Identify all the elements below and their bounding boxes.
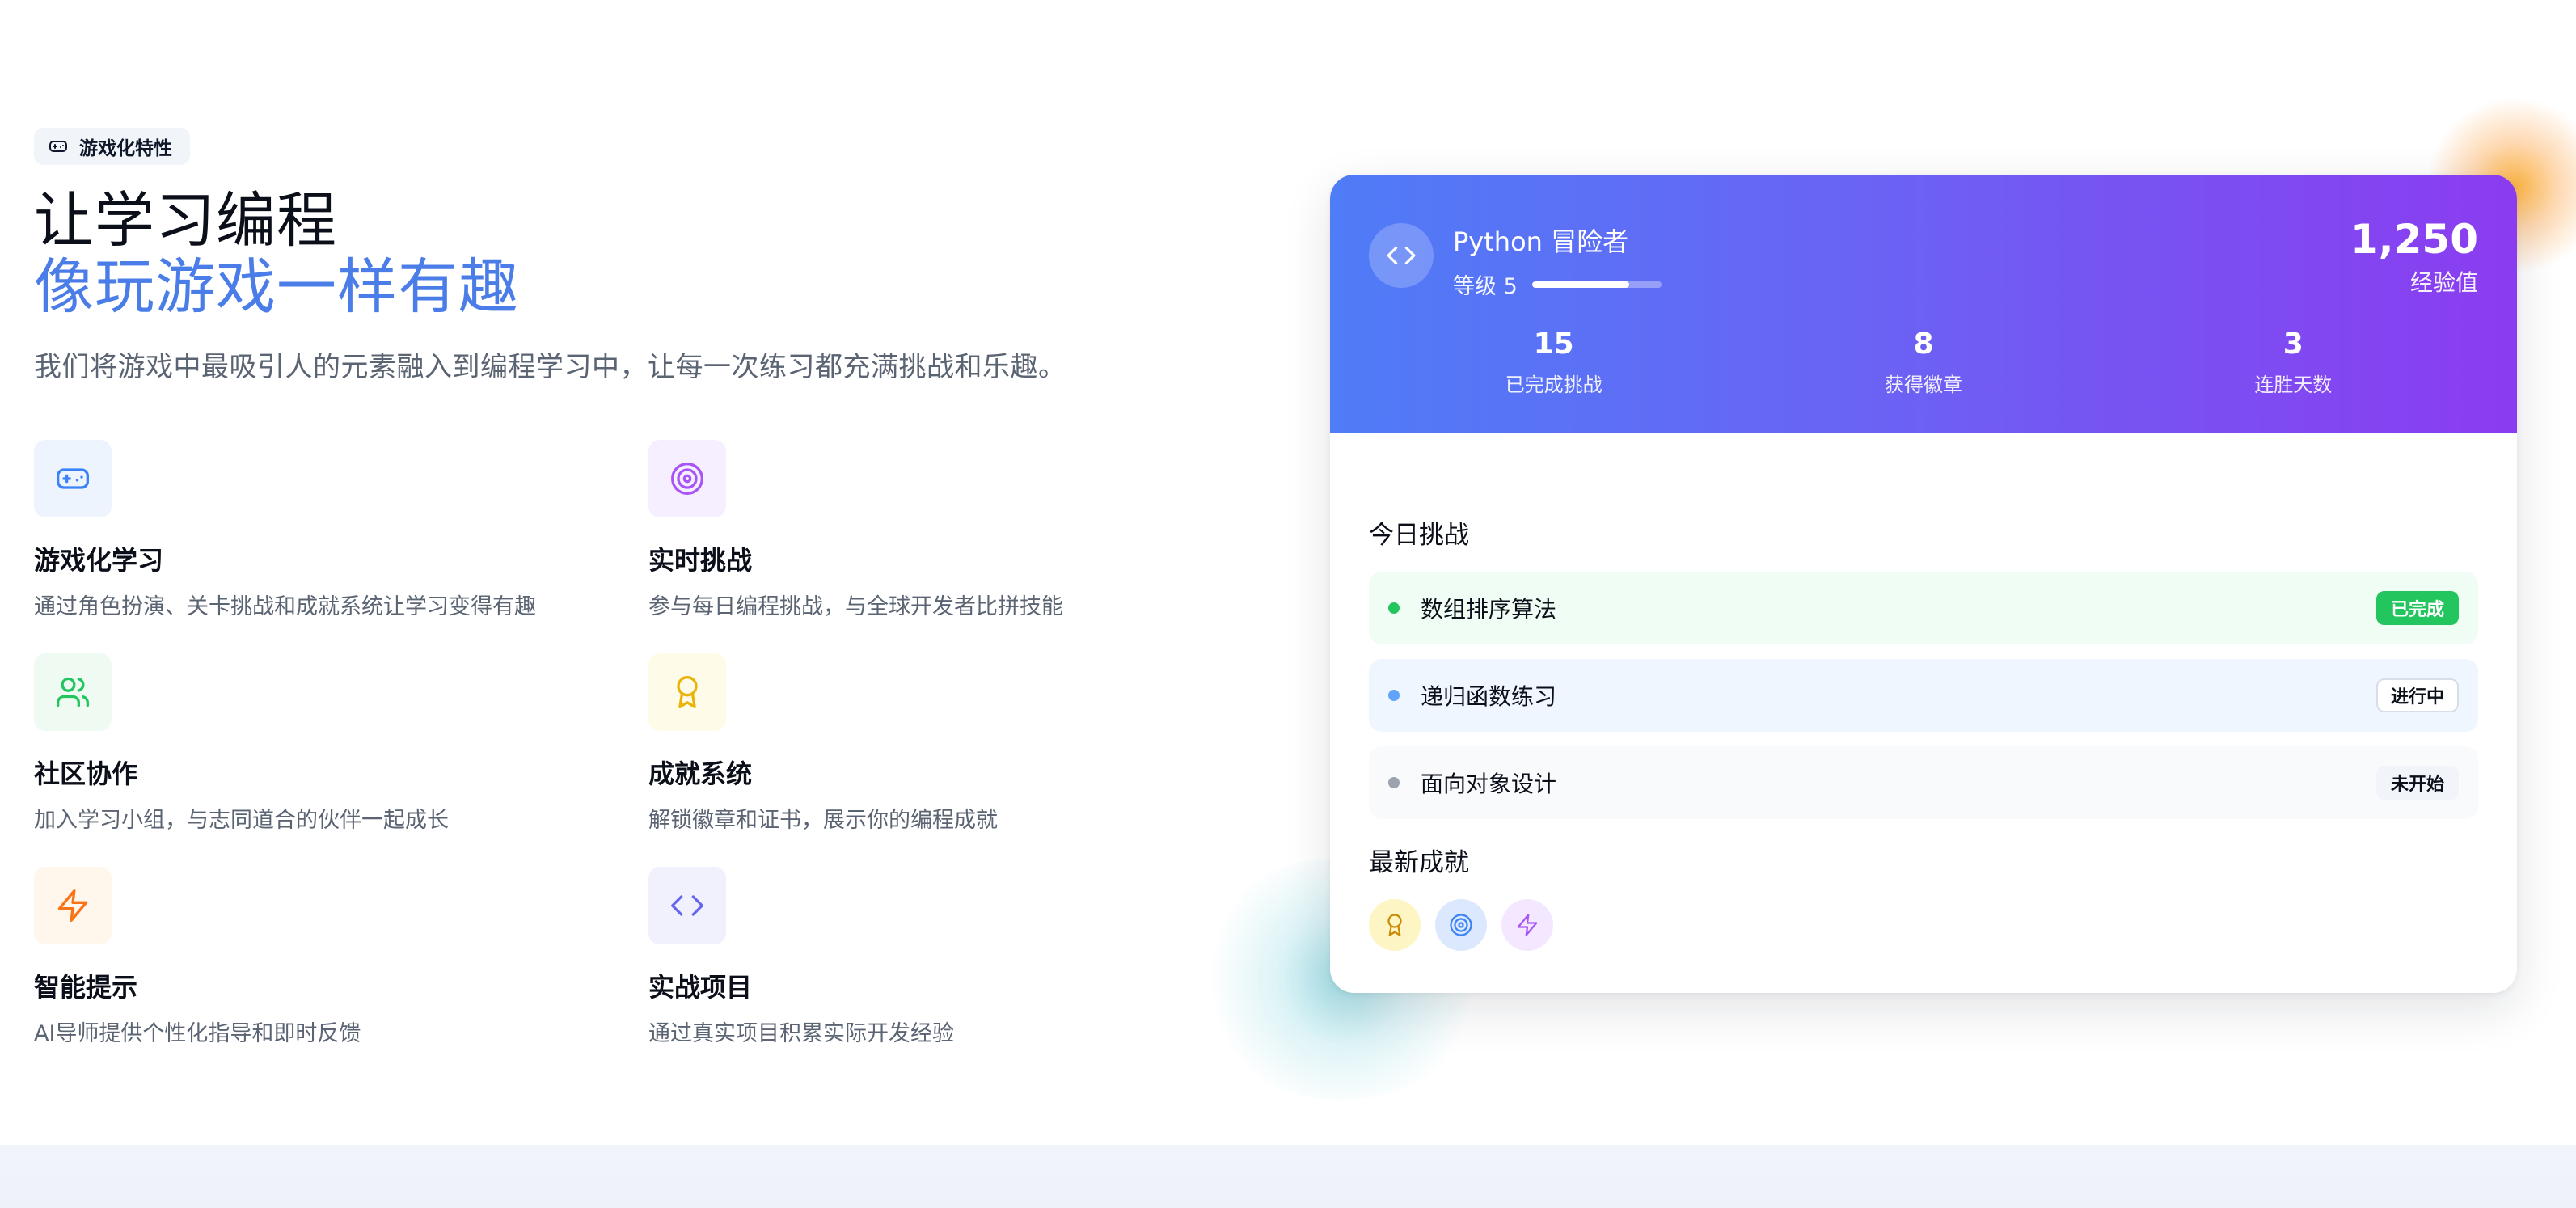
achievement-badge[interactable] xyxy=(1501,899,1553,951)
feature-title: 社区协作 xyxy=(34,758,138,789)
latest-achievements-title: 最新成就 xyxy=(1369,848,1469,877)
feature-icon-box xyxy=(34,653,112,731)
code-icon xyxy=(671,895,703,916)
feature-icon-box xyxy=(648,653,726,731)
status-dot xyxy=(1388,777,1400,788)
level-progress-bar xyxy=(1531,281,1662,288)
stat-label: 获得徽章 xyxy=(1884,374,1962,396)
feature-desc: 参与每日编程挑战，与全球开发者比拼技能 xyxy=(648,594,1063,619)
challenge-name: 面向对象设计 xyxy=(1421,771,1557,797)
page-title: 让学习编程 像玩游戏一样有趣 xyxy=(34,188,1206,320)
level-label: 等级 5 xyxy=(1453,274,1518,299)
achievement-list xyxy=(1369,899,2478,951)
feature-desc: 通过真实项目积累实际开发经验 xyxy=(648,1021,954,1046)
status-badge: 进行中 xyxy=(2375,678,2459,712)
achievement-badge[interactable] xyxy=(1435,899,1487,951)
status-dot xyxy=(1388,602,1400,614)
features-intro: 游戏化特性 让学习编程 像玩游戏一样有趣 我们将游戏中最吸引人的元素融入到编程学… xyxy=(34,128,1206,1046)
stat-label: 已完成挑战 xyxy=(1505,374,1603,396)
challenge-list: 数组排序算法 已完成 递归函数练习 进行中 面向对象设计 未开始 xyxy=(1369,572,2478,819)
feature-title: 实战项目 xyxy=(648,972,753,1003)
xp-label: 经验值 xyxy=(2409,269,2478,296)
feature-icon-box xyxy=(648,440,726,517)
zap-icon xyxy=(1517,914,1538,936)
stat-label: 连胜天数 xyxy=(2254,374,2333,396)
gamepad-icon xyxy=(49,141,67,152)
player-dashboard-card: Python 冒险者 等级 5 1,250 经验值 15 已完成挑战 8 获得徽… xyxy=(1330,175,2517,993)
section-badge: 游戏化特性 xyxy=(34,128,190,165)
feature-title: 智能提示 xyxy=(34,972,138,1003)
player-info: Python 冒险者 等级 5 xyxy=(1453,222,1662,300)
feature-icon-box xyxy=(648,867,726,944)
today-challenges-title: 今日挑战 xyxy=(1369,521,1469,550)
feature-title: 游戏化学习 xyxy=(34,545,164,576)
achievement-badge[interactable] xyxy=(1369,899,1421,951)
feature-title: 成就系统 xyxy=(648,758,753,789)
challenge-name: 数组排序算法 xyxy=(1421,596,1557,623)
feature-realtime-challenge: 实时挑战 参与每日编程挑战，与全球开发者比拼技能 xyxy=(648,440,1198,653)
stat-value: 8 xyxy=(1913,327,1934,361)
level-row: 等级 5 xyxy=(1453,268,1662,300)
feature-real-projects: 实战项目 通过真实项目积累实际开发经验 xyxy=(648,867,1198,1080)
stat-streak-days: 3 连胜天数 xyxy=(2109,328,2478,397)
xp-value: 1,250 xyxy=(2350,216,2478,263)
card-body: 今日挑战 数组排序算法 已完成 递归函数练习 进行中 面向对象设计 未开始 最新… xyxy=(1330,514,2517,951)
feature-community: 社区协作 加入学习小组，与志同道合的伙伴一起成长 xyxy=(34,653,648,867)
challenge-item[interactable]: 递归函数练习 进行中 xyxy=(1369,659,2478,732)
stat-value: 15 xyxy=(1533,327,1574,361)
feature-title: 实时挑战 xyxy=(648,545,753,576)
headline-line-1: 让学习编程 xyxy=(34,186,337,256)
page-subtitle: 我们将游戏中最吸引人的元素融入到编程学习中，让每一次练习都充满挑战和乐趣。 xyxy=(34,351,1066,383)
next-section-background xyxy=(0,1145,2576,1208)
code-icon xyxy=(1387,246,1416,265)
target-icon xyxy=(671,463,703,495)
stat-badges: 8 获得徽章 xyxy=(1738,328,2108,397)
feature-smart-hints: 智能提示 AI导师提供个性化指导和即时反馈 xyxy=(34,867,648,1080)
status-dot xyxy=(1388,690,1400,701)
challenge-name: 递归函数练习 xyxy=(1421,683,1557,710)
avatar xyxy=(1369,223,1434,288)
challenge-item[interactable]: 数组排序算法 已完成 xyxy=(1369,572,2478,644)
gamepad-icon xyxy=(57,468,89,489)
feature-gamified-learning: 游戏化学习 通过角色扮演、关卡挑战和成就系统让学习变得有趣 xyxy=(34,440,648,653)
challenge-item[interactable]: 面向对象设计 未开始 xyxy=(1369,746,2478,819)
feature-desc: AI导师提供个性化指导和即时反馈 xyxy=(34,1021,361,1046)
award-icon xyxy=(677,676,698,708)
headline-line-2: 像玩游戏一样有趣 xyxy=(34,252,519,322)
player-name: Python 冒险者 xyxy=(1453,226,1629,257)
stat-completed-challenges: 15 已完成挑战 xyxy=(1369,328,1738,397)
feature-icon-box xyxy=(34,867,112,944)
zap-icon xyxy=(57,889,88,922)
feature-desc: 通过角色扮演、关卡挑战和成就系统让学习变得有趣 xyxy=(34,594,536,619)
player-stats: 15 已完成挑战 8 获得徽章 3 连胜天数 xyxy=(1369,328,2478,397)
status-badge: 已完成 xyxy=(2375,591,2459,625)
xp-block: 1,250 经验值 xyxy=(2350,217,2478,298)
level-progress-fill xyxy=(1531,281,1629,288)
feature-achievements: 成就系统 解锁徽章和证书，展示你的编程成就 xyxy=(648,653,1198,867)
users-icon xyxy=(57,677,89,707)
feature-grid: 游戏化学习 通过角色扮演、关卡挑战和成就系统让学习变得有趣 实时挑战 参与每日编… xyxy=(34,440,1198,1080)
target-icon xyxy=(1450,914,1472,936)
section-badge-label: 游戏化特性 xyxy=(79,138,172,159)
stat-value: 3 xyxy=(2283,327,2304,361)
player-header: Python 冒险者 等级 5 1,250 经验值 15 已完成挑战 8 获得徽… xyxy=(1330,175,2517,433)
status-badge: 未开始 xyxy=(2375,766,2459,800)
award-icon xyxy=(1387,914,1402,936)
feature-desc: 解锁徽章和证书，展示你的编程成就 xyxy=(648,808,998,833)
feature-desc: 加入学习小组，与志同道合的伙伴一起成长 xyxy=(34,808,449,833)
feature-icon-box xyxy=(34,440,112,517)
